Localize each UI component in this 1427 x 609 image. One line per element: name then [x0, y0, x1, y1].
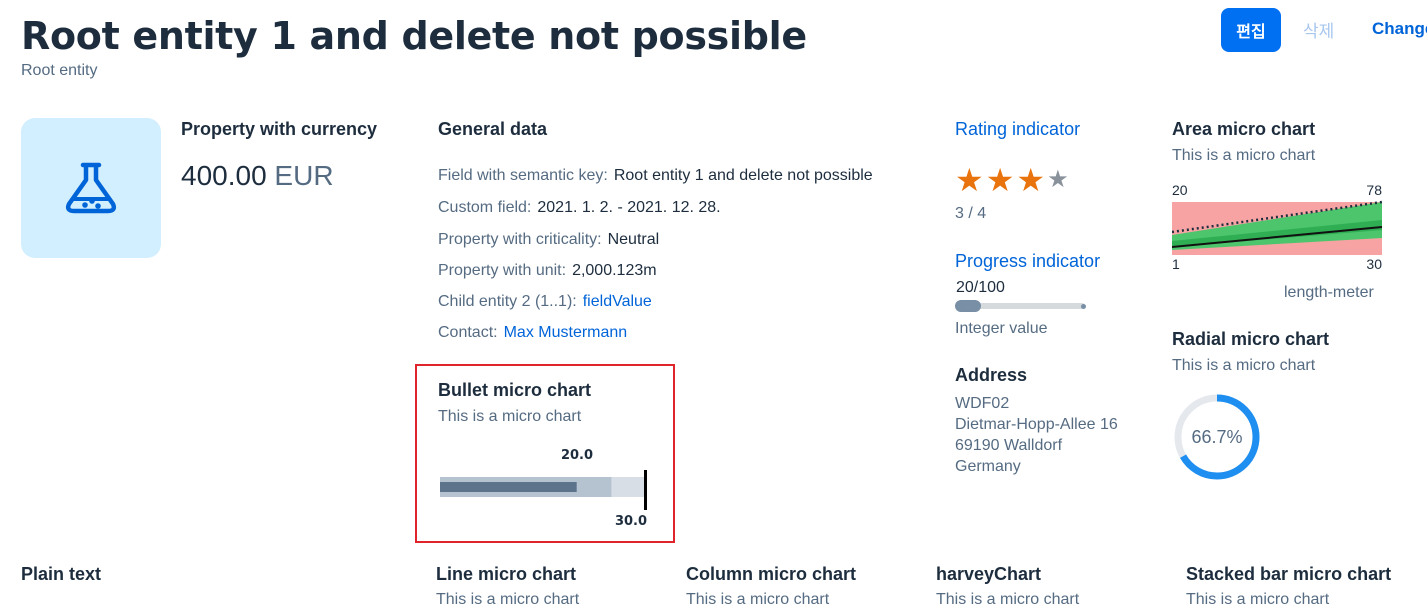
address-line: 69190 Walldorf [955, 437, 1063, 454]
area-top-right-label: 78 [1366, 182, 1382, 198]
contact-link[interactable]: Max Mustermann [504, 324, 628, 341]
address-line: Dietmar-Hopp-Allee 16 [955, 416, 1118, 433]
page-title: Root entity 1 and delete not possible [21, 14, 807, 58]
field-unit: Property with unit: 2,000.123m [438, 262, 657, 280]
field-criticality: Property with criticality: Neutral [438, 231, 659, 249]
harvey-chart-title: harveyChart [936, 564, 1042, 584]
line-chart-subtitle: This is a micro chart [436, 591, 580, 608]
rating-indicator-title[interactable]: Rating indicator [955, 119, 1080, 140]
address-line: WDF02 [955, 395, 1010, 412]
field-value: Neutral [607, 231, 660, 248]
progress-end-dot [1081, 304, 1086, 309]
change-button[interactable]: Change [1372, 19, 1427, 39]
delete-button[interactable]: 삭제 [1303, 17, 1334, 42]
area-chart-subtitle: This is a micro chart [1172, 147, 1316, 164]
area-bottom-left-label: 1 [1172, 256, 1180, 272]
progress-indicator-title[interactable]: Progress indicator [955, 251, 1100, 272]
area-chart-title: Area micro chart [1172, 119, 1316, 139]
area-bottom-right-label: 30 [1366, 256, 1382, 272]
page-subtitle: Root entity [21, 62, 98, 79]
rating-stars[interactable]: ★ ★ ★ ★ [955, 164, 1069, 196]
radial-chart-title: Radial micro chart [1172, 329, 1330, 349]
bullet-chart-title: Bullet micro chart [438, 380, 592, 400]
star-filled-icon[interactable]: ★ [986, 164, 1015, 196]
currency-value: 400.00 [181, 160, 267, 191]
child-entity-link[interactable]: fieldValue [583, 293, 652, 310]
bullet-micro-chart[interactable]: 20.0 30.0 [438, 444, 658, 534]
field-value: Root entity 1 and delete not possible [613, 167, 873, 184]
field-value: 2,000.123m [572, 262, 657, 279]
star-filled-icon[interactable]: ★ [955, 164, 984, 196]
line-chart-title: Line micro chart [436, 564, 577, 584]
radial-chart-subtitle: This is a micro chart [1172, 357, 1316, 374]
field-label: Child entity 2 (1..1): [438, 293, 577, 310]
field-label: Property with criticality: [438, 231, 602, 248]
radial-micro-chart[interactable]: 66.7% [1172, 393, 1262, 483]
field-label: Contact: [438, 324, 498, 341]
star-empty-icon[interactable]: ★ [1047, 164, 1069, 196]
progress-caption: Integer value [955, 320, 1048, 337]
rating-text: 3 / 4 [955, 205, 987, 222]
stacked-bar-chart-subtitle: This is a micro chart [1186, 591, 1330, 608]
address-line: Germany [955, 458, 1021, 475]
bullet-max-label: 30.0 [615, 514, 647, 529]
address-title: Address [955, 365, 1028, 385]
field-contact: Contact: Max Mustermann [438, 324, 627, 342]
area-micro-chart[interactable]: 20 78 1 30 [1172, 180, 1384, 274]
radial-value-text: 66.7% [1191, 427, 1242, 447]
field-child-entity: Child entity 2 (1..1): fieldValue [438, 293, 652, 311]
avatar [21, 118, 161, 258]
plain-text-title: Plain text [21, 564, 102, 584]
address-block: WDF02 Dietmar-Hopp-Allee 16 69190 Walldo… [955, 393, 1118, 477]
field-label: Property with unit: [438, 262, 567, 279]
flask-icon [65, 162, 117, 214]
field-label: Custom field: [438, 199, 532, 216]
general-data-title: General data [438, 119, 548, 139]
bullet-chart-subtitle: This is a micro chart [438, 408, 582, 425]
bullet-target-label: 20.0 [561, 448, 593, 463]
harvey-chart-subtitle: This is a micro chart [936, 591, 1080, 608]
area-unit-label: length-meter [1284, 284, 1374, 301]
currency-unit: EUR [274, 160, 334, 191]
bullet-actual-bar [440, 482, 577, 492]
field-semantic-key: Field with semantic key: Root entity 1 an… [438, 167, 873, 185]
edit-button[interactable]: 편집 [1221, 8, 1281, 52]
currency-value-group: 400.00 EUR [181, 160, 334, 192]
area-top-left-label: 20 [1172, 182, 1188, 198]
bullet-target-marker [644, 470, 647, 510]
field-label: Field with semantic key: [438, 167, 608, 184]
stacked-bar-chart-title: Stacked bar micro chart [1186, 564, 1392, 584]
field-custom: Custom field: 2021. 1. 2. - 2021. 12. 28. [438, 199, 721, 217]
progress-fill [955, 300, 981, 312]
currency-label: Property with currency [181, 119, 378, 139]
field-value: 2021. 1. 2. - 2021. 12. 28. [537, 199, 721, 216]
progress-text: 20/100 [956, 279, 1005, 296]
star-filled-icon[interactable]: ★ [1016, 164, 1045, 196]
column-chart-subtitle: This is a micro chart [686, 591, 830, 608]
column-chart-title: Column micro chart [686, 564, 857, 584]
